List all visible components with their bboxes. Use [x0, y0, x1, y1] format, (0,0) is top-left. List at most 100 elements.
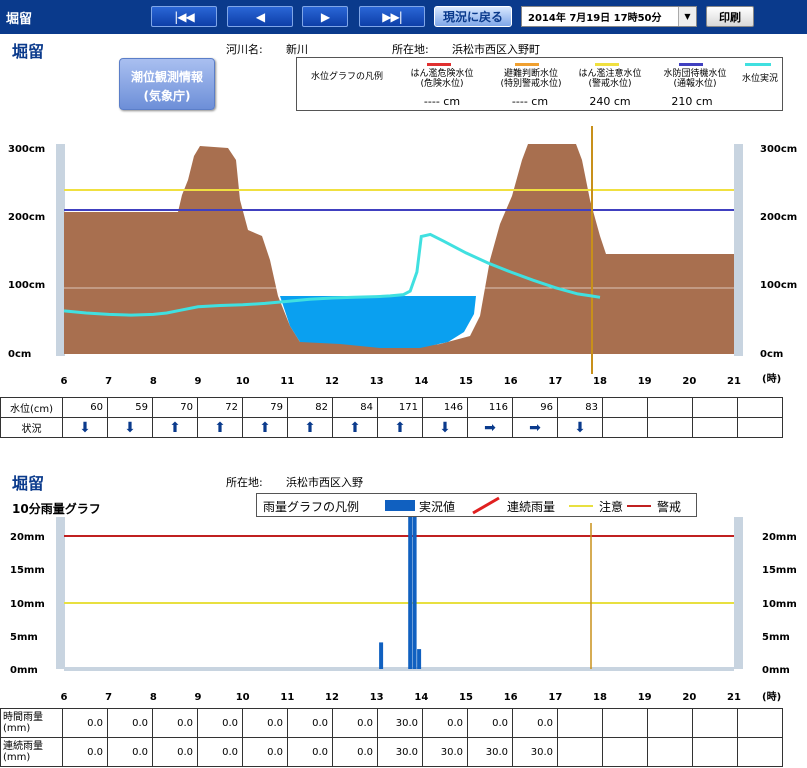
status-cell: ➡: [467, 417, 513, 438]
rain-x-tick-label: 12: [325, 692, 339, 703]
arrow-up-icon: ⬆: [349, 419, 361, 436]
rain-location-value: 浜松市西区入野: [286, 476, 363, 489]
rain-bar: [412, 517, 417, 669]
next-button[interactable]: ▶: [302, 6, 348, 27]
rain-y-tick-left: 10mm: [10, 599, 45, 610]
cumulative-rain-cell: [647, 737, 693, 767]
legend-item-standby: 水防団待機水位 (通報水位): [663, 69, 727, 89]
water-level-cell: 59: [107, 397, 153, 418]
top-bar: 堀留 |◀◀ ◀ ▶ ▶▶| 現況に戻る 2014年 7月19日 17時50分 …: [0, 0, 807, 34]
rain-x-tick-label: 19: [638, 692, 652, 703]
x-tick-label: 13: [370, 376, 384, 387]
x-tick-label: 15: [459, 376, 473, 387]
cumulative-rain-cell: [557, 737, 603, 767]
hourly-rain-cell: 0.0: [422, 708, 468, 738]
x-tick-label: 7: [105, 376, 112, 387]
rain-x-tick-label: 7: [105, 692, 112, 703]
cumulative-rain-cell: [737, 737, 783, 767]
x-tick-label: 12: [325, 376, 339, 387]
y-tick-label-right: 200cm: [760, 212, 797, 223]
legend-value-evac: ---- cm: [511, 95, 549, 108]
y-tick-label-right: 300cm: [760, 144, 797, 155]
rain-x-tick-label: 21: [727, 692, 741, 703]
location-label: 所在地:: [392, 43, 429, 56]
hourly-rain-cell: 30.0: [377, 708, 423, 738]
status-row-label: 状況: [0, 417, 63, 438]
status-cell: [647, 417, 693, 438]
rain-left-strip: [56, 517, 65, 669]
print-button[interactable]: 印刷: [706, 6, 754, 27]
rain-legend: 雨量グラフの凡例 実況値 連続雨量 注意 警戒: [256, 493, 697, 517]
water-level-chart: 300cm 300cm 200cm 200cm 100cm 100cm 0cm 0cm 6 7 8…: [8, 126, 797, 387]
status-cell: [737, 417, 783, 438]
hourly-rain-cell: 0.0: [242, 708, 288, 738]
rain-x-tick-label: 16: [504, 692, 518, 703]
last-button[interactable]: ▶▶|: [359, 6, 425, 27]
x-tick-label: 20: [682, 376, 696, 387]
status-cell: [602, 417, 648, 438]
rain-y-tick-right: 5mm: [762, 632, 790, 643]
datetime-select[interactable]: 2014年 7月19日 17時50分 ▼: [521, 6, 697, 27]
status-cell: ⬆: [197, 417, 243, 438]
rain-x-tick-label: 6: [61, 692, 68, 703]
rain-x-tick-label: 10: [236, 692, 250, 703]
rain-y-tick-left: 0mm: [10, 665, 38, 676]
back-to-current-button[interactable]: 現況に戻る: [434, 6, 512, 27]
x-tick-label: 19: [638, 376, 652, 387]
arrow-up-icon: ⬆: [394, 419, 406, 436]
status-cell: ⬇: [422, 417, 468, 438]
hourly-rain-cell: 0.0: [152, 708, 198, 738]
rain-x-tick-label: 8: [150, 692, 157, 703]
rain-x-tick-label: 9: [195, 692, 202, 703]
status-cell: [692, 417, 738, 438]
legend-swatch-actual: [745, 63, 771, 66]
water-level-cell: 70: [152, 397, 198, 418]
x-tick-label: 6: [61, 376, 68, 387]
arrow-right-icon: ➡: [484, 419, 496, 436]
legend-item-evac: 避難判断水位 (特別警戒水位): [500, 69, 562, 89]
legend-item-caution: はん濫注意水位 (警戒水位): [578, 69, 642, 89]
tide-info-button[interactable]: 潮位観測情報 (気象庁): [119, 58, 215, 110]
legend-value-caution: 240 cm: [589, 95, 631, 108]
cumulative-rain-cell: 0.0: [152, 737, 198, 767]
rain-legend-warning: 警戒: [657, 500, 682, 514]
legend-item-actual: 水位実況: [741, 74, 778, 84]
legend-swatch-caution-rain: [569, 505, 593, 507]
legend-item-danger: はん濫危険水位 (危険水位): [410, 69, 474, 89]
prev-button[interactable]: ◀: [227, 6, 293, 27]
rain-x-tick-label: 20: [682, 692, 696, 703]
hourly-rain-cell: 0.0: [287, 708, 333, 738]
y-tick-label-left: 100cm: [8, 280, 45, 291]
water-level-cell: [647, 397, 693, 418]
rain-table: 時間雨量 (mm) 0.0 0.0 0.0 0.0 0.0 0.0 0.0 30.0 0.0 0.0…: [0, 708, 783, 767]
rain-bar: [379, 642, 384, 669]
water-level-row-label: 水位(cm): [0, 397, 63, 418]
rain-subtitle: 10分雨量グラフ: [12, 502, 101, 516]
water-legend: 水位グラフの凡例 はん濫危険水位 (危険水位) 避難判断水位 (特別警戒水位) はん…: [296, 57, 783, 111]
chevron-down-icon[interactable]: ▼: [678, 7, 696, 26]
status-row: 状況 ⬇ ⬇ ⬆ ⬆ ⬆ ⬆ ⬆ ⬆ ⬇ ➡ ➡ ⬇: [0, 417, 783, 438]
hourly-rain-cell: 0.0: [467, 708, 513, 738]
arrow-up-icon: ⬆: [259, 419, 271, 436]
hourly-rain-cell: [557, 708, 603, 738]
rain-legend-caution: 注意: [599, 500, 624, 514]
arrow-down-icon: ⬇: [124, 419, 136, 436]
rain-legend-cumulative: 連続雨量: [507, 500, 556, 514]
status-cell: ⬆: [152, 417, 198, 438]
location-value: 浜松市西区入野町: [452, 43, 540, 56]
y-tick-label-left: 200cm: [8, 212, 45, 223]
river-label: 河川名:: [226, 43, 263, 56]
cumulative-rain-cell: 30.0: [377, 737, 423, 767]
hourly-rain-cell: 0.0: [62, 708, 108, 738]
hourly-rain-label: 時間雨量 (mm): [0, 708, 63, 738]
hourly-rain-cell: 0.0: [107, 708, 153, 738]
rain-x-tick-label: 13: [370, 692, 384, 703]
status-cell: ⬇: [107, 417, 153, 438]
water-level-cell: [602, 397, 648, 418]
legend-swatch-standby: [679, 63, 703, 66]
x-tick-label: 21: [727, 376, 741, 387]
rain-section-title: 堀留: [12, 474, 45, 493]
legend-value-standby: 210 cm: [671, 95, 713, 108]
first-button[interactable]: |◀◀: [151, 6, 217, 27]
cumulative-rain-cell: 0.0: [197, 737, 243, 767]
